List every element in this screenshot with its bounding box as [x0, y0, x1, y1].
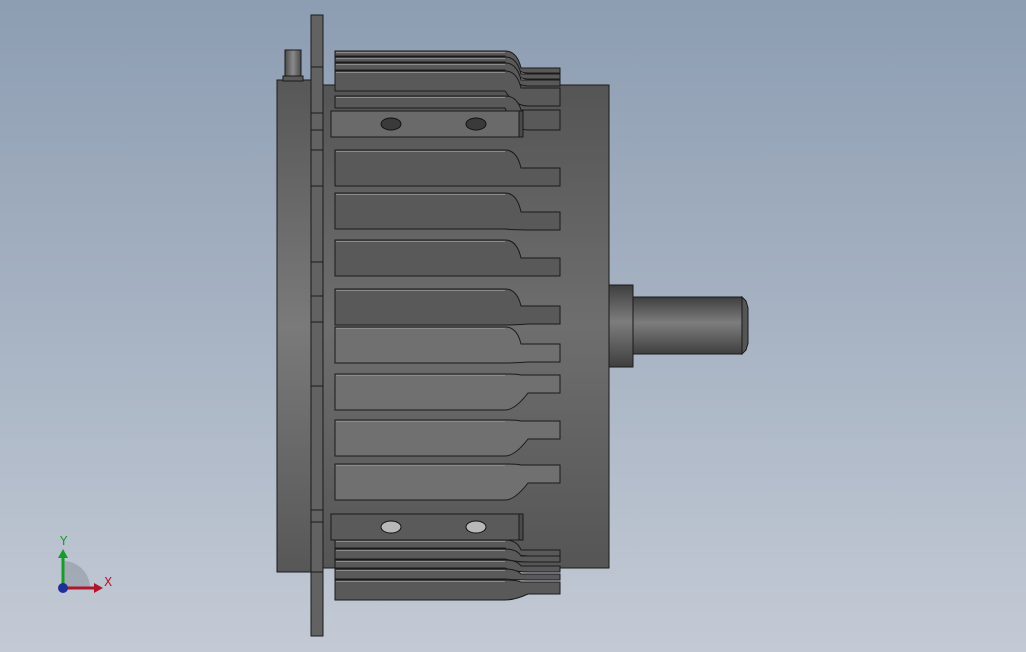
mounting-plate	[310, 14, 324, 637]
upper-clamp-block	[330, 110, 524, 138]
lower-clamp-hole-left	[380, 520, 402, 534]
top-pin-cap	[282, 75, 304, 82]
lower-clamp-hole-right	[465, 520, 487, 534]
shaft-chamfer	[741, 295, 749, 356]
coordinate-triad: X Y	[58, 534, 112, 593]
upper-clamp-hole-left	[380, 117, 402, 131]
cad-viewport[interactable]: X Y	[0, 0, 1026, 652]
motor-model-drawing[interactable]: X Y	[0, 0, 1026, 652]
output-shaft	[632, 296, 743, 355]
triad-z-axis	[58, 583, 68, 593]
upper-clamp-hole-right	[465, 117, 487, 131]
shaft-collar	[608, 284, 634, 368]
cooling-fin	[334, 579, 561, 601]
triad-x-label: X	[104, 575, 112, 589]
triad-y-arrowhead	[58, 549, 68, 558]
lower-clamp-block	[330, 513, 524, 541]
triad-y-label: Y	[59, 534, 68, 548]
triad-x-arrowhead	[94, 583, 103, 593]
triad-xy-plane	[63, 561, 90, 588]
